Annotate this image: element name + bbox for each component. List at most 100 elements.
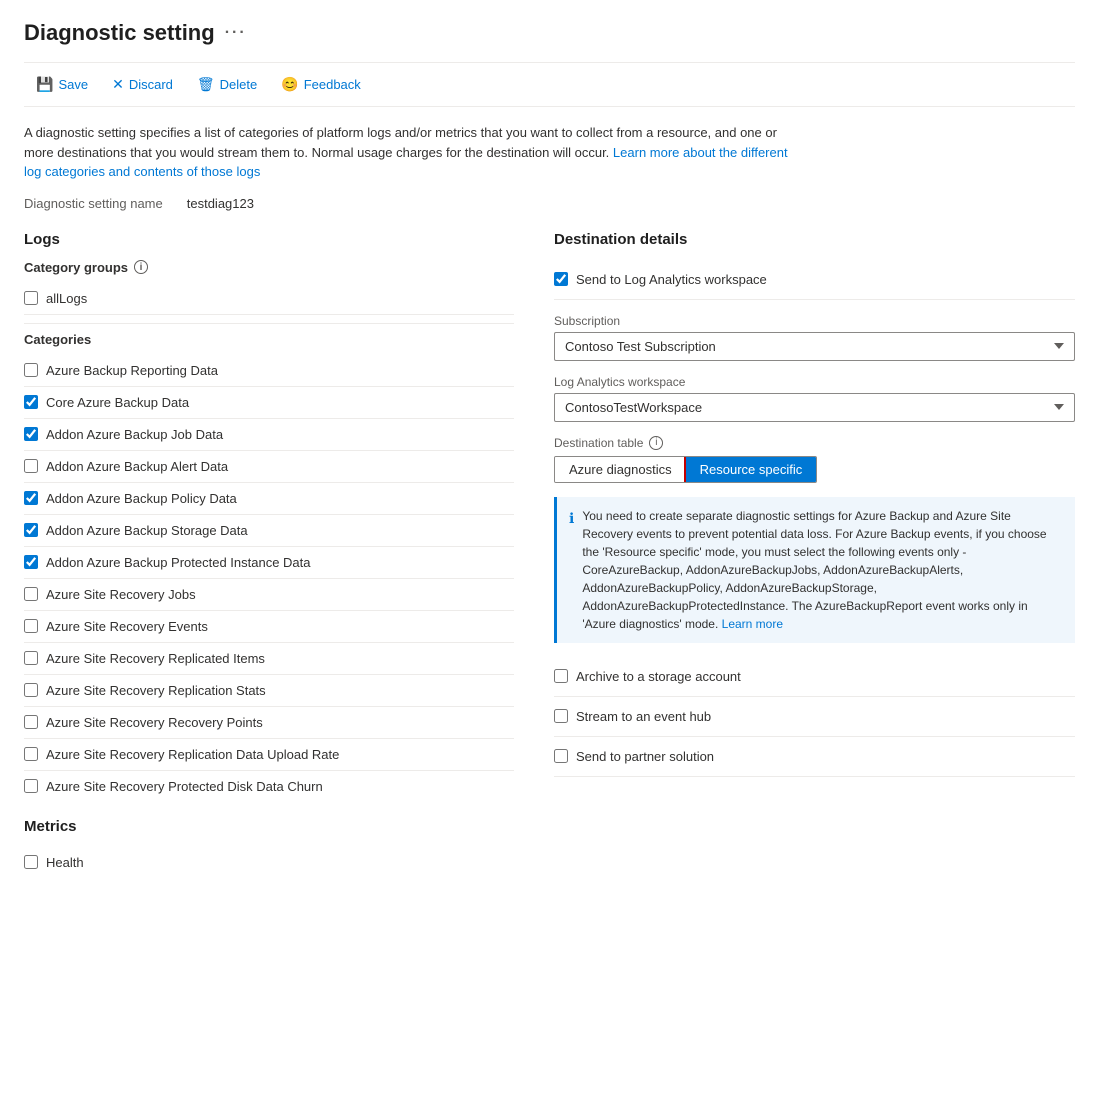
category-row: Azure Site Recovery Replication Stats <box>24 675 514 707</box>
workspace-label: Log Analytics workspace <box>554 375 1075 389</box>
category-label[interactable]: Azure Site Recovery Replicated Items <box>46 651 265 666</box>
category-checkbox[interactable] <box>24 459 38 473</box>
category-label[interactable]: Addon Azure Backup Protected Instance Da… <box>46 555 311 570</box>
category-label[interactable]: Azure Site Recovery Replication Data Upl… <box>46 747 339 762</box>
all-logs-label[interactable]: allLogs <box>46 291 87 306</box>
category-row: Addon Azure Backup Job Data <box>24 419 514 451</box>
category-checkbox[interactable] <box>24 683 38 697</box>
save-button[interactable]: 💾 Save <box>24 71 100 98</box>
category-checkbox[interactable] <box>24 363 38 377</box>
category-row: Addon Azure Backup Alert Data <box>24 451 514 483</box>
category-row: Azure Site Recovery Events <box>24 611 514 643</box>
category-checkbox[interactable] <box>24 619 38 633</box>
toolbar: 💾 Save ✕ Discard 🗑 Delete 😊 Feedback <box>24 62 1075 107</box>
send-to-la-label[interactable]: Send to Log Analytics workspace <box>576 272 767 287</box>
logs-section: Logs Category groups i allLogs Categorie… <box>24 231 514 878</box>
category-row: Azure Site Recovery Recovery Points <box>24 707 514 739</box>
feedback-label: Feedback <box>304 77 361 92</box>
category-label[interactable]: Azure Site Recovery Jobs <box>46 587 196 602</box>
category-row: Addon Azure Backup Protected Instance Da… <box>24 547 514 579</box>
destination-title: Destination details <box>554 231 1075 248</box>
category-checkbox[interactable] <box>24 555 38 569</box>
category-checkbox[interactable] <box>24 747 38 761</box>
title-text: Diagnostic setting <box>24 20 215 46</box>
category-row: Azure Site Recovery Replicated Items <box>24 643 514 675</box>
stream-event-checkbox[interactable] <box>554 709 568 723</box>
category-label[interactable]: Azure Site Recovery Protected Disk Data … <box>46 779 323 794</box>
setting-name-label: Diagnostic setting name <box>24 196 163 211</box>
category-row: Azure Site Recovery Protected Disk Data … <box>24 771 514 802</box>
delete-label: Delete <box>220 77 258 92</box>
category-row: Azure Backup Reporting Data <box>24 355 514 387</box>
category-checkbox[interactable] <box>24 587 38 601</box>
archive-checkbox[interactable] <box>554 669 568 683</box>
category-label[interactable]: Addon Azure Backup Storage Data <box>46 523 248 538</box>
subscription-label: Subscription <box>554 314 1075 328</box>
category-label[interactable]: Azure Backup Reporting Data <box>46 363 218 378</box>
dest-table-info-icon[interactable]: i <box>649 436 663 450</box>
category-label[interactable]: Addon Azure Backup Alert Data <box>46 459 228 474</box>
partner-checkbox[interactable] <box>554 749 568 763</box>
save-label: Save <box>58 77 88 92</box>
workspace-select[interactable]: ContosoTestWorkspace <box>554 393 1075 422</box>
info-box-icon: ℹ <box>569 508 574 633</box>
all-logs-row: allLogs <box>24 283 514 315</box>
metric-label[interactable]: Health <box>46 855 84 870</box>
category-label[interactable]: Azure Site Recovery Recovery Points <box>46 715 263 730</box>
stream-event-row: Stream to an event hub <box>554 697 1075 737</box>
category-row: Azure Site Recovery Jobs <box>24 579 514 611</box>
categories-list: Azure Backup Reporting Data Core Azure Ba… <box>24 355 514 802</box>
subscription-select[interactable]: Contoso Test Subscription <box>554 332 1075 361</box>
archive-row: Archive to a storage account <box>554 657 1075 697</box>
setting-name-value: testdiag123 <box>187 196 254 211</box>
metric-checkbox[interactable] <box>24 855 38 869</box>
category-checkbox[interactable] <box>24 651 38 665</box>
category-checkbox[interactable] <box>24 779 38 793</box>
metrics-list: Health <box>24 847 514 878</box>
delete-button[interactable]: 🗑 Delete <box>185 71 269 98</box>
category-row: Addon Azure Backup Storage Data <box>24 515 514 547</box>
delete-icon: 🗑 <box>197 76 215 93</box>
discard-label: Discard <box>129 77 173 92</box>
feedback-icon: 😊 <box>281 76 298 93</box>
setting-name-row: Diagnostic setting name testdiag123 <box>24 196 1075 211</box>
category-row: Azure Site Recovery Replication Data Upl… <box>24 739 514 771</box>
send-to-la-checkbox[interactable] <box>554 272 568 286</box>
all-logs-checkbox[interactable] <box>24 291 38 305</box>
resource-specific-tab[interactable]: Resource specific <box>686 457 817 482</box>
metrics-section: Metrics Health <box>24 818 514 878</box>
category-checkbox[interactable] <box>24 523 38 537</box>
main-content: Logs Category groups i allLogs Categorie… <box>24 231 1075 878</box>
category-row: Core Azure Backup Data <box>24 387 514 419</box>
partner-row: Send to partner solution <box>554 737 1075 777</box>
metric-row: Health <box>24 847 514 878</box>
page-title: Diagnostic setting ··· <box>24 20 1075 46</box>
info-box: ℹ You need to create separate diagnostic… <box>554 497 1075 643</box>
category-checkbox[interactable] <box>24 715 38 729</box>
workspace-group: Log Analytics workspace ContosoTestWorks… <box>554 375 1075 422</box>
category-groups-label: Category groups i <box>24 260 514 275</box>
category-checkbox[interactable] <box>24 395 38 409</box>
category-label[interactable]: Azure Site Recovery Replication Stats <box>46 683 266 698</box>
metrics-title: Metrics <box>24 818 514 835</box>
stream-event-label[interactable]: Stream to an event hub <box>576 709 711 724</box>
category-label[interactable]: Core Azure Backup Data <box>46 395 189 410</box>
category-row: Addon Azure Backup Policy Data <box>24 483 514 515</box>
discard-button[interactable]: ✕ Discard <box>100 71 185 98</box>
category-checkbox[interactable] <box>24 427 38 441</box>
dest-table-label: Destination table i <box>554 436 1075 450</box>
category-groups-info-icon[interactable]: i <box>134 260 148 274</box>
category-checkbox[interactable] <box>24 491 38 505</box>
partner-label[interactable]: Send to partner solution <box>576 749 714 764</box>
feedback-button[interactable]: 😊 Feedback <box>269 71 373 98</box>
logs-title: Logs <box>24 231 514 248</box>
more-options-icon[interactable]: ··· <box>225 24 247 42</box>
archive-label[interactable]: Archive to a storage account <box>576 669 741 684</box>
categories-label: Categories <box>24 332 514 347</box>
destination-section: Destination details Send to Log Analytic… <box>554 231 1075 878</box>
azure-diagnostics-tab[interactable]: Azure diagnostics <box>555 457 686 482</box>
learn-more-dest-link[interactable]: Learn more <box>722 617 783 631</box>
category-label[interactable]: Addon Azure Backup Policy Data <box>46 491 237 506</box>
category-label[interactable]: Azure Site Recovery Events <box>46 619 208 634</box>
category-label[interactable]: Addon Azure Backup Job Data <box>46 427 223 442</box>
